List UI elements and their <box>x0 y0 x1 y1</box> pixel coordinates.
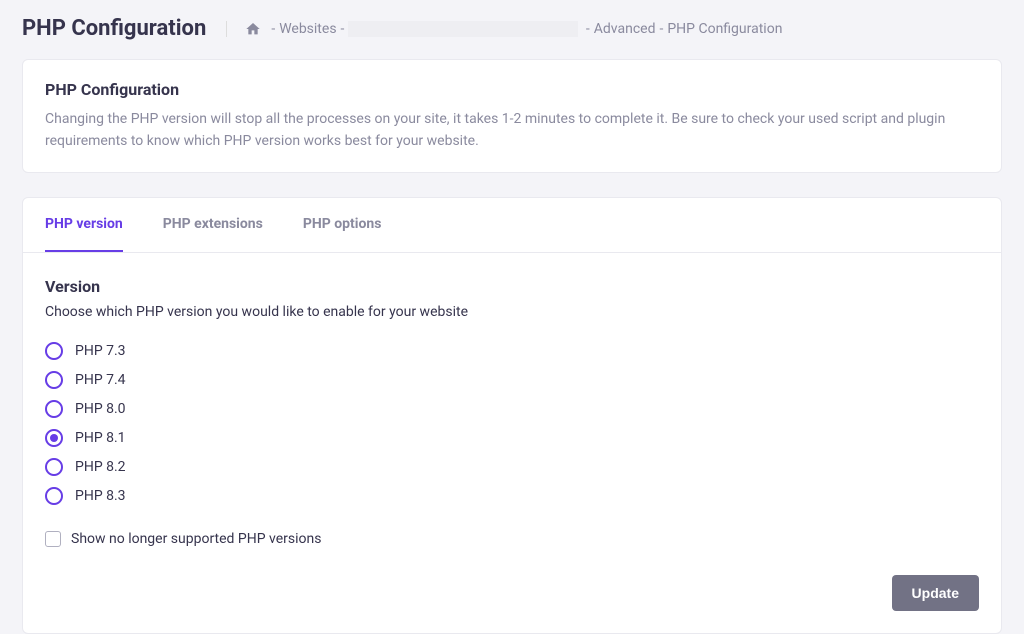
radio-php-7-3[interactable]: PHP 7.3 <box>45 342 979 360</box>
breadcrumb-sep: - <box>341 21 345 37</box>
update-button[interactable]: Update <box>892 575 979 611</box>
page-title: PHP Configuration <box>22 16 226 41</box>
tab-php-version[interactable]: PHP version <box>45 198 123 252</box>
info-panel: PHP Configuration Changing the PHP versi… <box>22 59 1002 173</box>
php-version-radio-group: PHP 7.3 PHP 7.4 PHP 8.0 PHP 8.1 PHP 8.2 … <box>45 342 979 505</box>
button-row: Update <box>45 575 979 611</box>
radio-button-icon <box>45 342 63 360</box>
radio-button-icon <box>45 400 63 418</box>
radio-php-8-0[interactable]: PHP 8.0 <box>45 400 979 418</box>
checkbox-label: Show no longer supported PHP versions <box>71 531 321 547</box>
breadcrumb: - Websites - - Advanced - PHP Configurat… <box>226 21 782 37</box>
show-unsupported-checkbox[interactable]: Show no longer supported PHP versions <box>45 531 979 547</box>
version-heading: Version <box>45 277 979 296</box>
version-description: Choose which PHP version you would like … <box>45 304 979 320</box>
tab-php-options[interactable]: PHP options <box>303 198 382 252</box>
radio-php-8-3[interactable]: PHP 8.3 <box>45 487 979 505</box>
tabs-bar: PHP version PHP extensions PHP options <box>23 198 1001 253</box>
checkbox-icon <box>45 531 61 547</box>
breadcrumb-sep: - <box>659 21 663 37</box>
breadcrumb-advanced[interactable]: Advanced <box>594 21 656 37</box>
radio-label: PHP 8.1 <box>75 430 126 446</box>
radio-php-8-2[interactable]: PHP 8.2 <box>45 458 979 476</box>
breadcrumb-php-config: PHP Configuration <box>667 21 782 37</box>
info-panel-description: Changing the PHP version will stop all t… <box>45 109 979 152</box>
home-icon[interactable] <box>245 21 261 37</box>
tabs-panel: PHP version PHP extensions PHP options V… <box>22 197 1002 634</box>
radio-label: PHP 8.2 <box>75 459 126 475</box>
radio-button-icon <box>45 458 63 476</box>
breadcrumb-websites[interactable]: Websites <box>279 21 336 37</box>
breadcrumb-sep: - <box>271 21 275 37</box>
info-panel-title: PHP Configuration <box>45 80 979 99</box>
radio-button-icon <box>45 429 63 447</box>
tab-php-extensions[interactable]: PHP extensions <box>163 198 263 252</box>
radio-label: PHP 8.0 <box>75 401 126 417</box>
breadcrumb-sep: - <box>582 21 589 37</box>
radio-label: PHP 7.3 <box>75 343 126 359</box>
radio-button-icon <box>45 487 63 505</box>
breadcrumb-sitename-masked[interactable] <box>348 21 578 37</box>
radio-php-7-4[interactable]: PHP 7.4 <box>45 371 979 389</box>
radio-php-8-1[interactable]: PHP 8.1 <box>45 429 979 447</box>
radio-button-icon <box>45 371 63 389</box>
radio-label: PHP 7.4 <box>75 372 126 388</box>
tab-content-version: Version Choose which PHP version you wou… <box>23 253 1001 633</box>
radio-label: PHP 8.3 <box>75 488 126 504</box>
